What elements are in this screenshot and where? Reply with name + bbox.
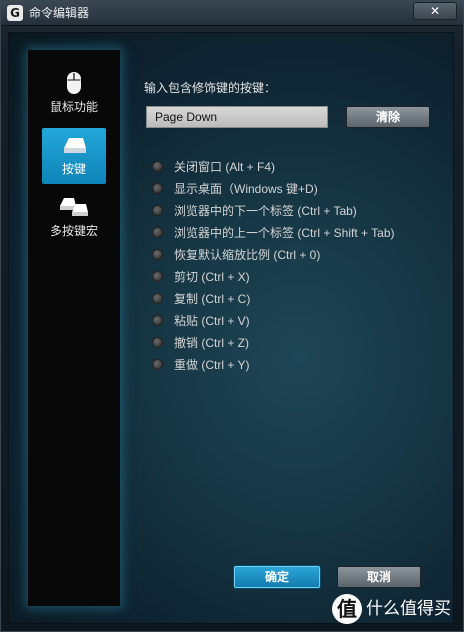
keystroke-field[interactable]: Page Down bbox=[146, 106, 328, 128]
radio-button[interactable] bbox=[152, 227, 163, 238]
option-label: 剪切 (Ctrl + X) bbox=[174, 270, 250, 284]
sidebar-item-keystroke[interactable]: 按键 bbox=[42, 128, 106, 184]
option-label: 撤销 (Ctrl + Z) bbox=[174, 336, 249, 350]
smzdm-watermark: 值 什么值得买 bbox=[332, 594, 460, 626]
option-label: 浏览器中的上一个标签 (Ctrl + Shift + Tab) bbox=[174, 226, 395, 240]
smzdm-logo-icon: 值 bbox=[332, 594, 362, 624]
sidebar-item-label: 按键 bbox=[61, 162, 86, 176]
preset-option[interactable]: 剪切 (Ctrl + X) bbox=[152, 266, 452, 288]
sidebar: 鼠标功能 按键 多按键宏 bbox=[28, 50, 120, 606]
preset-option[interactable]: 恢复默认缩放比例 (Ctrl + 0) bbox=[152, 244, 452, 266]
radio-button[interactable] bbox=[152, 337, 163, 348]
option-label: 恢复默认缩放比例 (Ctrl + 0) bbox=[174, 248, 321, 262]
radio-button[interactable] bbox=[152, 161, 163, 172]
ok-button[interactable]: 确定 bbox=[234, 566, 320, 588]
radio-button[interactable] bbox=[152, 359, 163, 370]
sidebar-item-label: 多按键宏 bbox=[49, 224, 98, 238]
cancel-button[interactable]: 取消 bbox=[337, 566, 421, 588]
preset-option[interactable]: 浏览器中的上一个标签 (Ctrl + Shift + Tab) bbox=[152, 222, 452, 244]
window-title: 命令编辑器 bbox=[29, 6, 90, 20]
preset-option[interactable]: 撤销 (Ctrl + Z) bbox=[152, 332, 452, 354]
multi-key-icon bbox=[60, 198, 88, 216]
preset-option[interactable]: 浏览器中的下一个标签 (Ctrl + Tab) bbox=[152, 200, 452, 222]
preset-option[interactable]: 复制 (Ctrl + C) bbox=[152, 288, 452, 310]
radio-button[interactable] bbox=[152, 293, 163, 304]
close-button[interactable]: ✕ bbox=[413, 2, 457, 20]
preset-option[interactable]: 粘贴 (Ctrl + V) bbox=[152, 310, 452, 332]
radio-button[interactable] bbox=[152, 183, 163, 194]
sidebar-item-mouse-function[interactable]: 鼠标功能 bbox=[42, 66, 106, 122]
keystroke-prompt: 输入包含修饰键的按键： bbox=[144, 81, 277, 95]
preset-option[interactable]: 关闭窗口 (Alt + F4) bbox=[152, 156, 452, 178]
preset-option[interactable]: 重做 (Ctrl + Y) bbox=[152, 354, 452, 376]
preset-option[interactable]: 显示桌面（Windows 键+D) bbox=[152, 178, 452, 200]
sidebar-item-label: 鼠标功能 bbox=[49, 100, 98, 114]
editor-panel: 鼠标功能 按键 多按键宏 输入包含修饰键的按键： Page Down 清除 关闭… bbox=[8, 32, 454, 624]
radio-button[interactable] bbox=[152, 205, 163, 216]
radio-button[interactable] bbox=[152, 271, 163, 282]
preset-options-list: 关闭窗口 (Alt + F4) 显示桌面（Windows 键+D) 浏览器中的下… bbox=[152, 156, 452, 376]
radio-button[interactable] bbox=[152, 249, 163, 260]
option-label: 关闭窗口 (Alt + F4) bbox=[174, 160, 276, 174]
clear-button[interactable]: 清除 bbox=[346, 106, 430, 128]
option-label: 粘贴 (Ctrl + V) bbox=[174, 314, 250, 328]
mouse-icon bbox=[67, 72, 81, 94]
option-label: 复制 (Ctrl + C) bbox=[174, 292, 251, 306]
logitech-logo-icon: G bbox=[7, 5, 23, 21]
key-icon bbox=[64, 138, 86, 153]
title-bar: G 命令编辑器 ✕ bbox=[1, 1, 463, 26]
option-label: 浏览器中的下一个标签 (Ctrl + Tab) bbox=[174, 204, 357, 218]
sidebar-item-multi-key[interactable]: 多按键宏 bbox=[42, 190, 106, 246]
option-label: 重做 (Ctrl + Y) bbox=[174, 358, 250, 372]
watermark-text: 什么值得买 bbox=[366, 599, 451, 619]
radio-button[interactable] bbox=[152, 315, 163, 326]
option-label: 显示桌面（Windows 键+D) bbox=[174, 182, 318, 196]
